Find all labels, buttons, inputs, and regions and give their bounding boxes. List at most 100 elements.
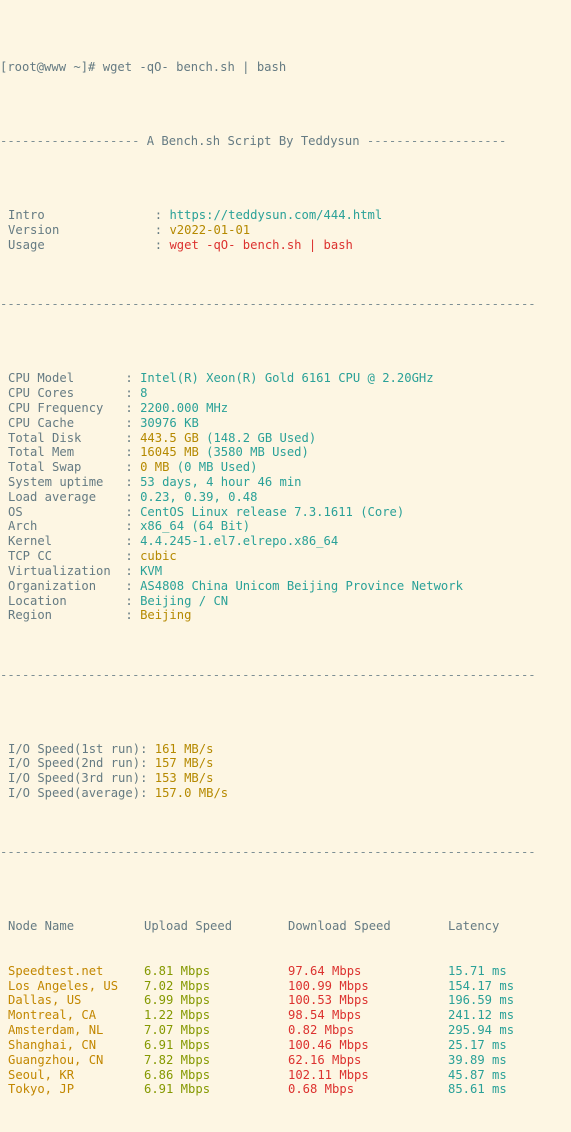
system-info-label: System uptime : (8, 475, 141, 489)
io-speed-label: I/O Speed(3rd run): (8, 771, 155, 786)
speedtest-latency: 39.89 ms (448, 1052, 507, 1067)
table-row: Seoul, KR 6.86 Mbps 102.11 Mbps 45.87 ms (0, 1068, 571, 1083)
speedtest-download-speed: 100.46 Mbps (288, 1037, 369, 1052)
system-info-value: 443.5 GB (140, 430, 199, 445)
speedtest-download-speed: 97.64 Mbps (288, 963, 362, 978)
table-row: Speedtest.net 6.81 Mbps 97.64 Mbps 15.71 ms (0, 964, 571, 979)
column-header-upload-speed: Upload Speed (144, 919, 233, 934)
speedtest-latency: 45.87 ms (448, 1067, 507, 1082)
system-info-row: Total Swap : 0 MB (0 MB Used) (0, 460, 571, 475)
system-info-block: CPU Model : Intel(R) Xeon(R) Gold 6161 C… (0, 371, 571, 623)
column-header-download-speed: Download Speed (288, 919, 391, 934)
speedtest-latency: 85.61 ms (448, 1082, 507, 1097)
io-speed-block: I/O Speed(1st run): 161 MB/s I/O Speed(2n… (0, 742, 571, 801)
system-info-label: Total Mem : (8, 445, 141, 460)
speedtest-node-name: Shanghai, CN (8, 1037, 97, 1052)
speedtest-download-speed: 100.53 Mbps (288, 993, 369, 1008)
separator-rule-3: ----------------------------------------… (0, 845, 536, 860)
system-info-value-extra: (0 MB Used) (169, 460, 258, 475)
speedtest-rows: Speedtest.net 6.81 Mbps 97.64 Mbps 15.71 ms… (0, 964, 571, 1097)
speedtest-node-name: Seoul, KR (8, 1067, 75, 1082)
banner-right-rule: ------------------- (366, 134, 507, 149)
speedtest-download-speed: 62.16 Mbps (288, 1052, 362, 1067)
header-info-label: Version : (8, 223, 170, 238)
table-row: Tokyo, JP 6.91 Mbps 0.68 Mbps 85.61 ms (0, 1082, 571, 1097)
speedtest-latency: 15.71 ms (448, 963, 507, 978)
table-row: Amsterdam, NL 7.07 Mbps 0.82 Mbps 295.94 ms (0, 1023, 571, 1038)
speedtest-node-name: Dallas, US (8, 993, 82, 1008)
speedtest-latency: 154.17 ms (448, 978, 515, 993)
table-row: Montreal, CA 1.22 Mbps 98.54 Mbps 241.12 ms (0, 1008, 571, 1023)
system-info-row: OS : CentOS Linux release 7.3.1611 (Core… (0, 505, 571, 520)
system-info-row: Location : Beijing / CN (0, 594, 571, 609)
speedtest-latency: 196.59 ms (448, 993, 515, 1008)
header-info-row: Version : v2022-01-01 (0, 223, 571, 238)
io-speed-row: I/O Speed(1st run): 161 MB/s (0, 742, 571, 757)
header-info-value: v2022-01-01 (169, 223, 251, 238)
system-info-label: Total Disk : (8, 430, 141, 445)
speedtest-node-name: Montreal, CA (8, 1008, 97, 1023)
system-info-value: Beijing / CN (140, 593, 229, 608)
system-info-value: cubic (140, 549, 177, 564)
io-speed-value: 157 MB/s (154, 756, 214, 771)
speedtest-node-name: Amsterdam, NL (8, 1023, 104, 1038)
system-info-value-extra: (148.2 GB Used) (198, 430, 317, 445)
speedtest-upload-speed: 6.91 Mbps (144, 1082, 211, 1097)
speedtest-latency: 25.17 ms (448, 1037, 507, 1052)
io-speed-row: I/O Speed(average): 157.0 MB/s (0, 786, 571, 801)
system-info-label: TCP CC : (8, 549, 141, 564)
speedtest-node-name: Speedtest.net (8, 963, 104, 978)
speedtest-header-row: Node Name Upload Speed Download Speed Laten… (0, 919, 571, 934)
system-info-label: Arch : (8, 519, 141, 534)
header-info-label: Intro : (8, 208, 170, 223)
speedtest-upload-speed: 6.81 Mbps (144, 963, 211, 978)
header-info-row: Usage : wget -qO- bench.sh | bash (0, 238, 571, 253)
shell-prompt: [root@www ~]# (0, 60, 103, 75)
system-info-row: Total Mem : 16045 MB (3580 MB Used) (0, 445, 571, 460)
system-info-label: CPU Cache : (8, 415, 141, 430)
io-speed-value: 157.0 MB/s (154, 786, 229, 801)
system-info-row: CPU Cores : 8 (0, 386, 571, 401)
column-header-node-name: Node Name (8, 919, 75, 934)
system-info-label: CPU Cores : (8, 386, 141, 401)
io-speed-label: I/O Speed(1st run): (8, 741, 155, 756)
speedtest-node-name: Los Angeles, US (8, 978, 119, 993)
system-info-value: AS4808 China Unicom Beijing Province Net… (140, 578, 463, 593)
io-speed-label: I/O Speed(average): (8, 786, 155, 801)
speedtest-upload-speed: 7.02 Mbps (144, 978, 211, 993)
system-info-label: OS : (8, 504, 141, 519)
speedtest-download-speed: 102.11 Mbps (288, 1067, 369, 1082)
system-info-row: Total Disk : 443.5 GB (148.2 GB Used) (0, 431, 571, 446)
table-row: Dallas, US 6.99 Mbps 100.53 Mbps 196.59 ms (0, 993, 571, 1008)
speedtest-download-speed: 100.99 Mbps (288, 978, 369, 993)
system-info-row: CPU Frequency : 2200.000 MHz (0, 401, 571, 416)
banner-left-rule: ------------------- (0, 134, 140, 149)
header-info-label: Usage : (8, 238, 170, 252)
speedtest-upload-speed: 6.86 Mbps (144, 1067, 211, 1082)
system-info-label: Load average : (8, 489, 141, 504)
speedtest-download-speed: 0.82 Mbps (288, 1023, 355, 1038)
system-info-value: 30976 KB (140, 415, 199, 430)
system-info-value: 16045 MB (140, 445, 199, 460)
system-info-value: 4.4.245-1.el7.elrepo.x86_64 (140, 534, 339, 549)
system-info-value: 8 (140, 386, 148, 401)
system-info-value: 0 MB (140, 460, 170, 475)
speedtest-upload-speed: 6.91 Mbps (144, 1037, 211, 1052)
speedtest-upload-speed: 6.99 Mbps (144, 993, 211, 1008)
separator-rule-2: ----------------------------------------… (0, 667, 536, 682)
speedtest-latency: 295.94 ms (448, 1023, 515, 1038)
speedtest-download-speed: 0.68 Mbps (288, 1082, 355, 1097)
speedtest-download-speed: 98.54 Mbps (288, 1008, 362, 1023)
system-info-row: Region : Beijing (0, 608, 571, 623)
terminal-window[interactable]: [root@www ~]# wget -qO- bench.sh | bash … (0, 0, 571, 1096)
system-info-label: Location : (8, 593, 141, 608)
system-info-value: CentOS Linux release 7.3.1611 (Core) (140, 504, 405, 519)
speedtest-upload-speed: 7.07 Mbps (144, 1023, 211, 1038)
system-info-label: Region : (8, 608, 141, 623)
io-speed-row: I/O Speed(2nd run): 157 MB/s (0, 756, 571, 771)
header-info-value: wget -qO- bench.sh | bash (169, 238, 353, 252)
system-info-row: System uptime : 53 days, 4 hour 46 min (0, 475, 571, 490)
speedtest-upload-speed: 1.22 Mbps (144, 1008, 211, 1023)
system-info-value-extra: (3580 MB Used) (198, 445, 309, 460)
system-info-label: Kernel : (8, 534, 141, 549)
